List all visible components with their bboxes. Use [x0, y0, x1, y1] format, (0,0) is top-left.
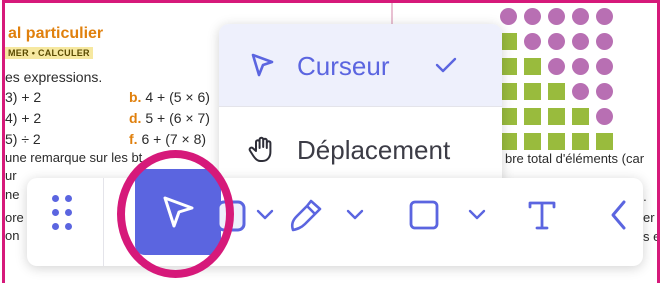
- expression-text: 4 + (5 × 6): [145, 89, 210, 105]
- tool-outline-icon[interactable]: [215, 199, 247, 233]
- paragraph-fragment: ore: [5, 210, 24, 225]
- grid-dot: [596, 33, 613, 50]
- paragraph-fragment: on: [5, 228, 20, 243]
- bottom-toolbar: [27, 169, 643, 266]
- grid-square: [500, 108, 517, 125]
- expression-letter: f.: [129, 131, 138, 147]
- chevron-left-icon[interactable]: [607, 196, 631, 234]
- grid-dot: [548, 58, 565, 75]
- expression-letter: d.: [129, 110, 142, 126]
- grid-square: [524, 58, 541, 75]
- paragraph-fragment: bre total d'éléments (car: [505, 151, 645, 166]
- grid-dot: [524, 33, 541, 50]
- pen-icon[interactable]: [285, 196, 325, 234]
- paragraph-fragment: une remarque sur les bt: [5, 150, 143, 165]
- grid-square: [524, 108, 541, 125]
- grid-square: [548, 108, 565, 125]
- paragraph-fragment: er l: [643, 210, 657, 225]
- menu-item-label: Déplacement: [297, 135, 451, 165]
- grid-square: [524, 133, 541, 150]
- paragraph-fragment: ur: [5, 168, 17, 183]
- expression-left: 5) ÷ 2: [5, 131, 41, 147]
- grid-square: [572, 108, 589, 125]
- grid-dot: [500, 8, 517, 25]
- worksheet-tag: MER • CALCULER: [5, 47, 93, 59]
- pointer-mode-menu: Curseur Déplacement: [219, 24, 502, 190]
- grid-square: [572, 133, 589, 150]
- chevron-down-icon[interactable]: [255, 208, 275, 222]
- expression-left: 3) + 2: [5, 89, 42, 105]
- cursor-tool-button[interactable]: [135, 169, 221, 255]
- grid-dot: [596, 58, 613, 75]
- grid-square: [596, 133, 613, 150]
- cursor-icon: [251, 53, 274, 77]
- chevron-down-icon[interactable]: [467, 208, 487, 222]
- grid-dot: [572, 83, 589, 100]
- grid-dot: [596, 8, 613, 25]
- chevron-down-icon[interactable]: [345, 208, 365, 222]
- grid-square: [500, 33, 517, 50]
- expression-right: f. 6 + (7 × 8): [129, 131, 206, 147]
- paragraph-fragment: s er: [643, 229, 657, 244]
- grid-dot: [572, 8, 589, 25]
- grid-square: [500, 83, 517, 100]
- expression-left: 4) + 2: [5, 110, 42, 126]
- expression-right: d. 5 + (6 × 7): [129, 110, 210, 126]
- paragraph-fragment: ne: [5, 187, 20, 202]
- grid-square: [500, 133, 517, 150]
- menu-item-label: Curseur: [297, 51, 390, 81]
- menu-divider: [219, 106, 502, 107]
- grid-square: [524, 83, 541, 100]
- grid-dot: [596, 83, 613, 100]
- expression-text: 5 + (6 × 7): [145, 110, 210, 126]
- grid-dot: [548, 8, 565, 25]
- expression-text: 6 + (7 × 8): [141, 131, 207, 147]
- worksheet-title: al particulier: [8, 25, 104, 42]
- shape-square-icon[interactable]: [407, 198, 441, 232]
- grid-dot: [572, 33, 589, 50]
- grid-dot: [548, 33, 565, 50]
- expression-right: b. 4 + (5 × 6): [129, 89, 210, 105]
- grid-square: [548, 133, 565, 150]
- grid-dot: [524, 8, 541, 25]
- check-icon: [435, 57, 457, 73]
- drag-handle-icon[interactable]: [52, 195, 78, 235]
- grid-square: [548, 83, 565, 100]
- toolbar-divider: [103, 178, 104, 266]
- cursor-icon: [163, 196, 194, 228]
- text-tool-icon[interactable]: [525, 198, 559, 232]
- expression-letter: b.: [129, 89, 142, 105]
- hand-icon: [248, 136, 272, 162]
- worksheet-instruction: es expressions.: [5, 69, 103, 85]
- menu-item-curseur[interactable]: Curseur: [219, 24, 502, 106]
- grid-dot: [572, 58, 589, 75]
- grid-square: [500, 58, 517, 75]
- grid-dot: [596, 108, 613, 125]
